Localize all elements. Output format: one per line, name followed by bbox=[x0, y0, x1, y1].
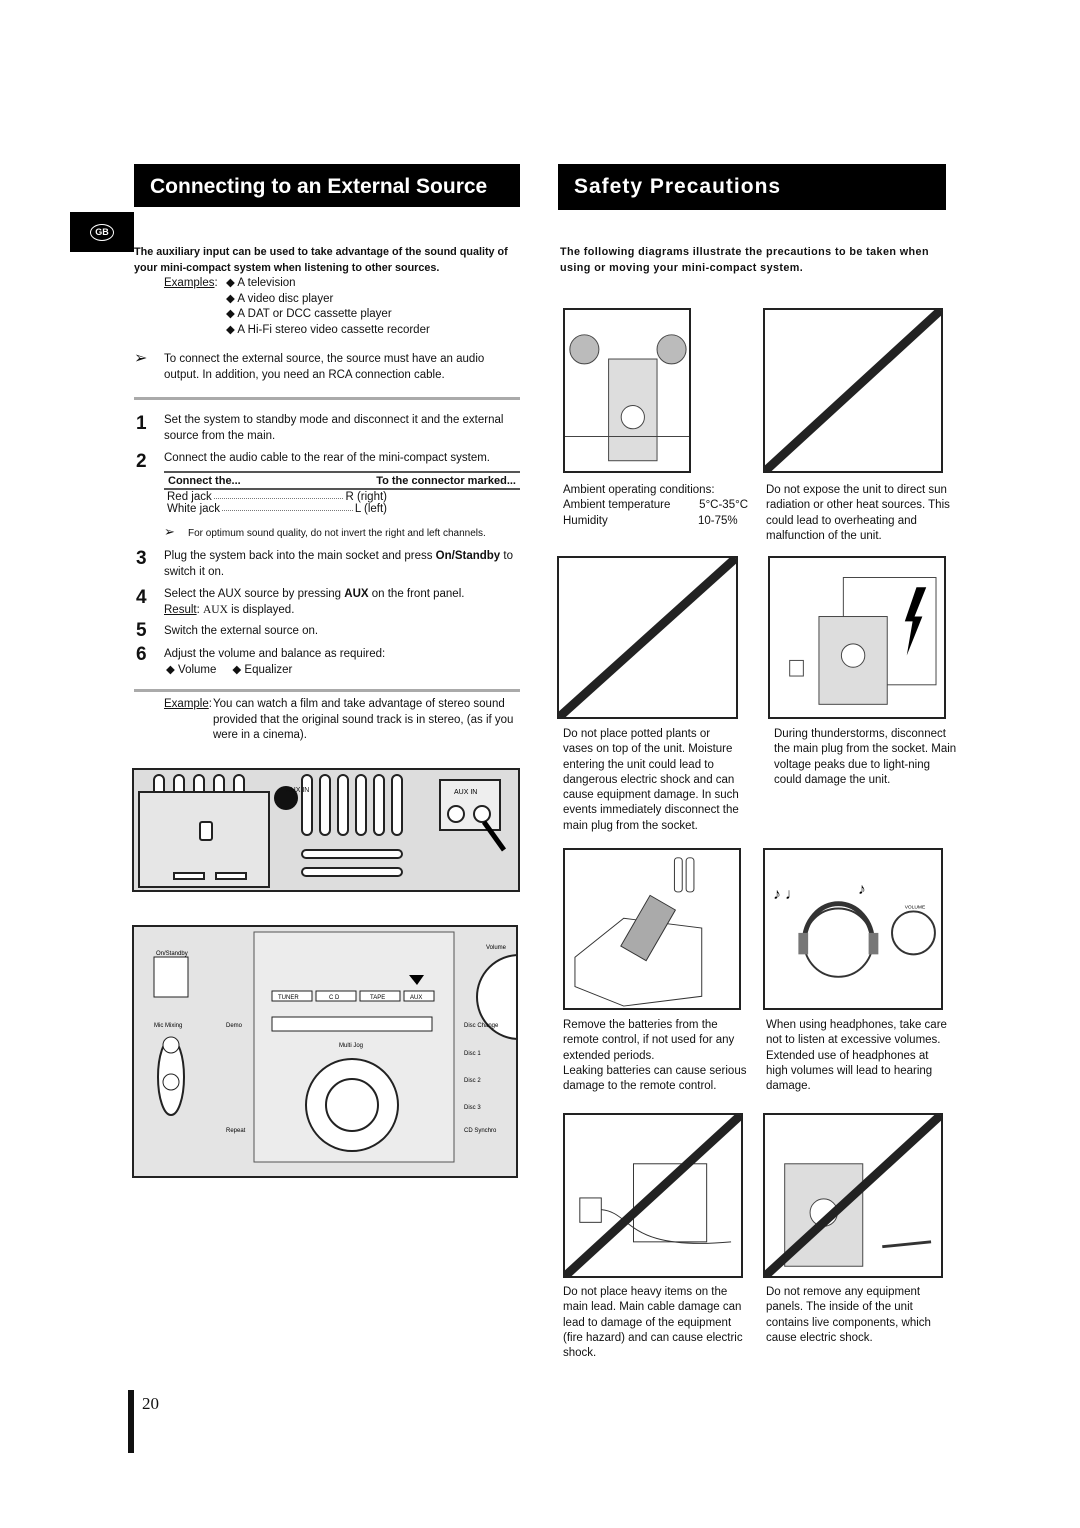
caption-headphones: When using headphones, take care not to … bbox=[766, 1019, 947, 1093]
note-rca: To connect the external source, the sour… bbox=[164, 353, 485, 381]
front-panel-illustration: On/Standby TUNER C D TAPE AUX Volume Disc Ch… bbox=[132, 925, 562, 1178]
arrow-note-icon: ➢ bbox=[164, 524, 175, 539]
note-channels: For optimum sound quality, do not invert… bbox=[188, 528, 486, 539]
table-row: Red jack R (right) bbox=[167, 491, 387, 503]
step-4: Select the AUX source by pressing AUX on… bbox=[164, 588, 465, 616]
step-number: 2 bbox=[136, 451, 147, 472]
step-6: Adjust the volume and balance as require… bbox=[164, 648, 386, 660]
svg-text:Mic Mixing: Mic Mixing bbox=[154, 1023, 182, 1029]
step-1: Set the system to standby mode and disco… bbox=[164, 414, 504, 442]
volume-label: VOLUME bbox=[905, 905, 926, 911]
step-3: Plug the system back into the main socke… bbox=[164, 550, 513, 578]
divider bbox=[134, 689, 520, 692]
caption-heavy-items: Do not place heavy items on the main lea… bbox=[563, 1286, 743, 1360]
svg-text:Disc 3: Disc 3 bbox=[464, 1105, 481, 1111]
prohibited-slash bbox=[765, 310, 941, 471]
illustration-sun bbox=[763, 308, 943, 473]
caption-sun: Do not expose the unit to direct sun rad… bbox=[766, 484, 950, 542]
step-number: 4 bbox=[136, 587, 147, 608]
illustration-headphones: ♪ ♩ ♪ VOLUME bbox=[763, 848, 943, 1010]
safety-intro: The following diagrams illustrate the pr… bbox=[560, 246, 929, 274]
examples-list: ◆ A television ◆ A video disc player ◆ A… bbox=[226, 276, 430, 338]
caption-vase: Do not place potted plants or vases on t… bbox=[563, 728, 739, 832]
caption-thunderstorm: During thunderstorms, disconnect the mai… bbox=[774, 728, 957, 786]
svg-text:C D: C D bbox=[329, 995, 340, 1001]
list-item: ◆ A video disc player bbox=[226, 292, 334, 305]
svg-text:Repeat: Repeat bbox=[226, 1128, 246, 1134]
step-2: Connect the audio cable to the rear of t… bbox=[164, 452, 490, 464]
table-row: Ambient temperature 5°C-35°C bbox=[563, 499, 748, 512]
svg-text:♪: ♪ bbox=[858, 881, 866, 898]
caption-panels: Do not remove any equipment panels. The … bbox=[766, 1286, 931, 1344]
connection-table: Red jack R (right) White jack L (left) bbox=[167, 491, 387, 515]
step-5: Switch the external source on. bbox=[164, 625, 319, 637]
table-row: White jack L (left) bbox=[167, 503, 387, 515]
illustration-batteries bbox=[563, 848, 741, 1010]
arrow-note-icon: ➢ bbox=[134, 350, 148, 367]
step-number: 5 bbox=[136, 620, 147, 641]
example-label: Example: bbox=[164, 698, 212, 710]
illustration-thunderstorm bbox=[768, 556, 946, 719]
section-title-connecting: Connecting to an External Source bbox=[134, 164, 520, 210]
aux-in-label: AUX IN bbox=[286, 787, 310, 794]
example-text: You can watch a film and take advantage … bbox=[213, 698, 514, 741]
list-item: ◆ A DAT or DCC cassette player bbox=[226, 308, 392, 320]
illustration-vase bbox=[557, 556, 738, 719]
illustration-heavy-items bbox=[563, 1113, 743, 1278]
list-item: ◆ A Hi-Fi stereo video cassette recorder bbox=[226, 323, 430, 336]
examples-label: Examples: bbox=[164, 277, 218, 289]
page-number: 20 bbox=[142, 1394, 159, 1413]
svg-text:Disc Change: Disc Change bbox=[464, 1023, 499, 1029]
illustration-conditions bbox=[563, 308, 691, 473]
svg-text:Disc 2: Disc 2 bbox=[464, 1078, 481, 1084]
operating-conditions: Ambient operating conditions: Ambient te… bbox=[563, 483, 748, 529]
svg-text:AUX: AUX bbox=[410, 995, 422, 1001]
section-title-safety: Safety Precautions bbox=[558, 164, 946, 210]
rear-panel-illustration: AUX IN bbox=[132, 768, 520, 892]
svg-text:TAPE: TAPE bbox=[370, 995, 385, 1001]
language-badge: GB bbox=[70, 212, 134, 252]
svg-text:Demo: Demo bbox=[226, 1023, 243, 1029]
svg-text:TUNER: TUNER bbox=[278, 995, 299, 1001]
table-row: Humidity 10-75% bbox=[563, 514, 738, 527]
prohibited-slash bbox=[559, 558, 736, 717]
svg-text:Multi Jog: Multi Jog bbox=[339, 1043, 363, 1049]
svg-text:♪ ♩: ♪ ♩ bbox=[773, 886, 801, 903]
step-number: 3 bbox=[136, 548, 147, 569]
step-number: 1 bbox=[136, 413, 147, 434]
svg-text:CD Synchro: CD Synchro bbox=[464, 1128, 497, 1134]
svg-text:On/Standby: On/Standby bbox=[156, 951, 188, 957]
svg-text:AUX IN: AUX IN bbox=[454, 789, 477, 796]
page-marker-bar bbox=[128, 1390, 134, 1453]
prohibited-slash bbox=[565, 1115, 741, 1276]
list-item: ◆ A television bbox=[226, 277, 296, 289]
caption-batteries: Remove the batteries from the remote con… bbox=[563, 1019, 747, 1093]
svg-text:Disc 1: Disc 1 bbox=[464, 1051, 481, 1057]
step-number: 6 bbox=[136, 644, 147, 665]
adjust-list: ◆ Volume ◆ Equalizer bbox=[166, 664, 293, 676]
connection-table-header: Connect the... To the connector marked... bbox=[164, 471, 520, 490]
intro-text: The auxiliary input can be used to take … bbox=[134, 246, 508, 274]
svg-text:Volume: Volume bbox=[486, 945, 507, 951]
divider bbox=[134, 397, 520, 400]
illustration-panels bbox=[763, 1113, 943, 1278]
